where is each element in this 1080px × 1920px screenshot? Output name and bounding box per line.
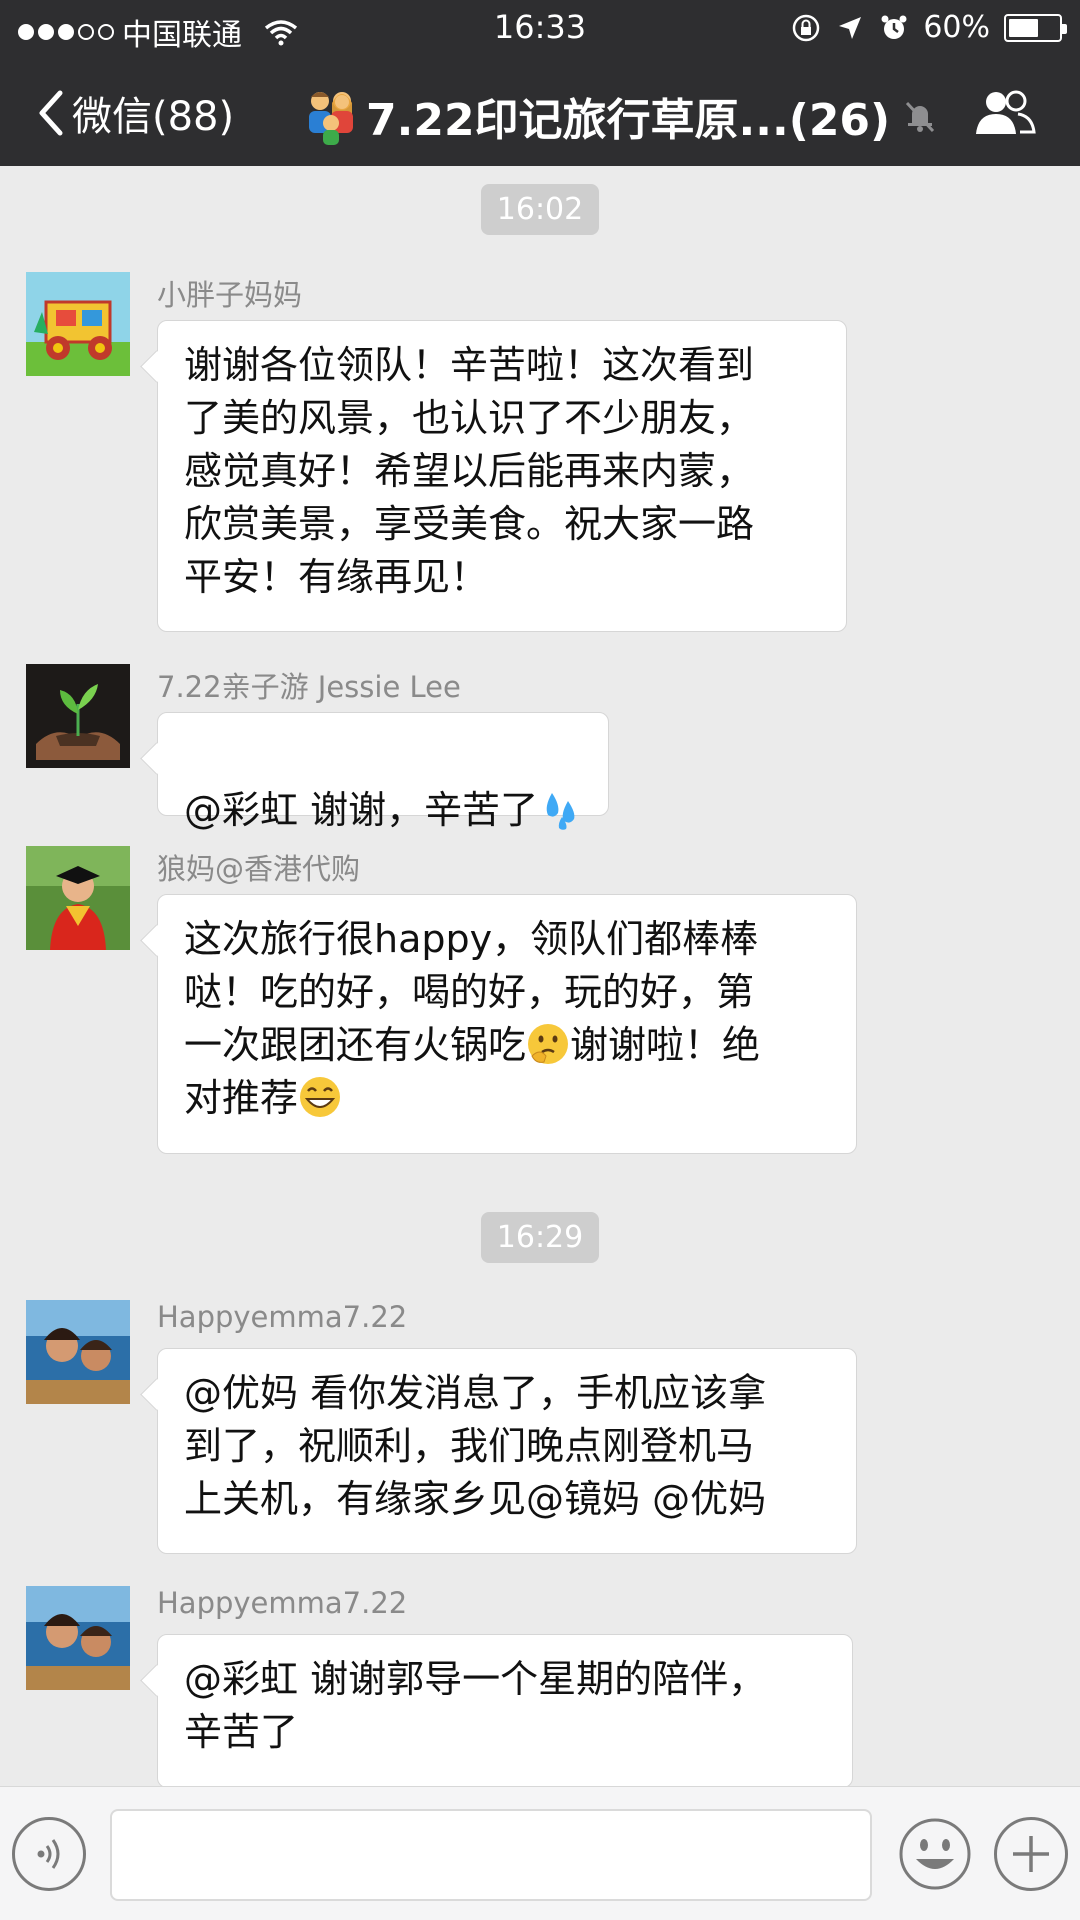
- avatar-sprout-icon: [26, 664, 130, 768]
- voice-input-button[interactable]: [12, 1817, 86, 1891]
- family-emoji-icon: [309, 92, 353, 145]
- message-bubble[interactable]: @优妈 看你发消息了，手机应该拿 到了，祝顺利，我们晚点刚登机马 上关机，有缘家…: [157, 1348, 857, 1554]
- message-text: @彩虹 谢谢，辛苦了: [184, 788, 539, 832]
- battery-percent: 60%: [923, 10, 990, 45]
- alarm-clock-icon: [881, 15, 907, 39]
- sender-name: Happyemma7.22: [157, 1586, 408, 1620]
- message-bubble[interactable]: 谢谢各位领队！辛苦啦！这次看到 了美的风景，也认识了不少朋友， 感觉真好！希望以…: [157, 320, 847, 632]
- chat-area[interactable]: 16:02 小胖子妈妈 谢谢各位领队！辛苦啦！这次看到 了美的风景，也认识了不少…: [0, 166, 1080, 1786]
- group-members-icon[interactable]: [974, 88, 1036, 138]
- chevron-left-icon: [39, 90, 63, 136]
- timestamp-label: 16:02: [480, 184, 600, 235]
- avatar[interactable]: [26, 1300, 130, 1404]
- message-bubble[interactable]: @彩虹 谢谢，辛苦了: [157, 712, 610, 832]
- input-bar: [0, 1786, 1080, 1920]
- back-button[interactable]: 微信(88): [34, 84, 234, 142]
- avatar-photo-icon: [26, 1300, 130, 1404]
- sender-name: 小胖子妈妈: [157, 278, 303, 312]
- location-arrow-icon: [839, 16, 862, 39]
- nav-bar: 微信(88) 7.22印记旅行草原...(26): [0, 56, 1080, 166]
- sender-name: 狼妈@香港代购: [157, 852, 361, 886]
- back-label: 微信(88): [72, 94, 235, 140]
- battery-icon: [1004, 13, 1067, 42]
- rotation-lock-icon: [793, 14, 820, 41]
- avatar-drawing-icon: [26, 272, 130, 376]
- smiley-icon: [899, 1818, 971, 1890]
- message-bubble[interactable]: @彩虹 谢谢郭导一个星期的陪伴， 辛苦了: [157, 1634, 853, 1786]
- timestamp: 16:29: [0, 1212, 1080, 1263]
- avatar-graduate-icon: [26, 846, 130, 950]
- avatar-photo-icon: [26, 1586, 130, 1690]
- chat-title-text: 7.22印记旅行草原...(26): [366, 95, 891, 146]
- more-options-button[interactable]: [994, 1817, 1068, 1891]
- sender-name: 7.22亲子游 Jessie Lee: [157, 670, 461, 704]
- status-bar: 中国联通 16:33 60%: [0, 0, 1080, 56]
- avatar[interactable]: [26, 272, 130, 376]
- avatar[interactable]: [26, 1586, 130, 1690]
- thinking-face-emoji-icon: [528, 1024, 569, 1064]
- message-bubble[interactable]: 这次旅行很happy，领队们都棒棒 哒！吃的好，喝的好，玩的好，第 一次跟团还有…: [157, 894, 857, 1154]
- plus-icon: [1013, 1836, 1049, 1872]
- sweat-droplets-emoji-icon: [546, 793, 575, 830]
- grinning-face-emoji-icon: [300, 1077, 341, 1117]
- message-input[interactable]: [110, 1809, 872, 1901]
- timestamp-label: 16:29: [480, 1212, 600, 1263]
- emoji-button[interactable]: [898, 1817, 972, 1891]
- timestamp: 16:02: [0, 184, 1080, 235]
- voice-wave-icon: [37, 1839, 60, 1869]
- sender-name: Happyemma7.22: [157, 1300, 408, 1334]
- avatar[interactable]: [26, 664, 130, 768]
- chat-title: 7.22印记旅行草原...(26): [300, 84, 938, 148]
- mute-bell-icon: [906, 101, 935, 133]
- avatar[interactable]: [26, 846, 130, 950]
